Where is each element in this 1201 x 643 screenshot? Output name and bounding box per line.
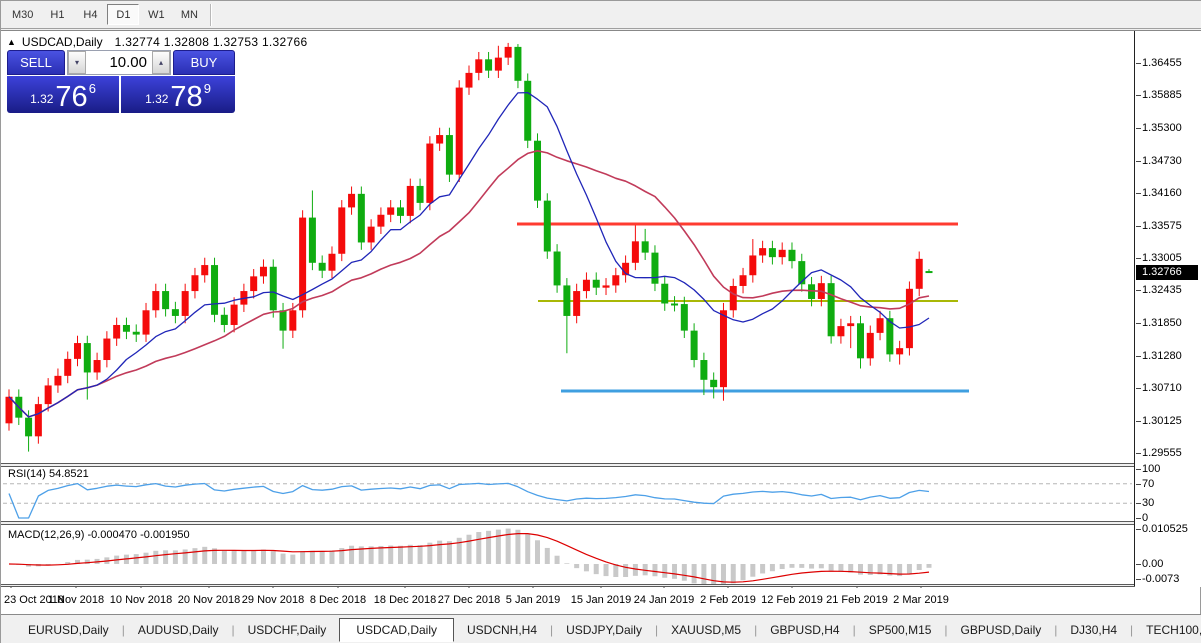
chart-tab-sp500[interactable]: SP500,M15 (856, 619, 945, 641)
timeframe-button-w1[interactable]: W1 (140, 4, 172, 25)
price-axis-tick: 1.33005 (1142, 252, 1182, 265)
current-price-tag: 1.32766 (1136, 265, 1198, 280)
macd-label: MACD(12,26,9) -0.000470 -0.001950 (8, 529, 190, 541)
ohlc-values: 1.32774 1.32808 1.32753 1.32766 (115, 35, 308, 49)
one-click-trade-panel: SELL ▾ ▴ BUY 1.32 76 6 1.32 78 9 (7, 50, 235, 113)
price-axis-tick: 1.33575 (1142, 220, 1182, 233)
chart-tab-bar: EURUSD,Daily|AUDUSD,Daily|USDCHF,DailyUS… (1, 614, 1201, 643)
price-axis: 1.36455 1.35885 1.35300 1.34730 1.34160 1.335… (1135, 31, 1201, 587)
price-axis-tick: 1.36455 (1142, 57, 1182, 70)
price-axis-tick: 1.34160 (1142, 187, 1182, 200)
date-axis-label: 18 Dec 2018 (374, 594, 436, 606)
toolbar-separator (210, 4, 212, 26)
buy-price-sup: 9 (204, 81, 211, 96)
buy-price-small: 1.32 (145, 92, 168, 106)
timeframe-button-h1[interactable]: H1 (41, 4, 73, 25)
price-axis-tick: 1.35885 (1142, 89, 1182, 102)
collapse-trade-panel-icon[interactable]: ▲ (7, 37, 16, 47)
date-axis-label: 24 Jan 2019 (634, 594, 695, 606)
sell-price-big: 76 (55, 84, 87, 110)
buy-button[interactable]: BUY (173, 50, 235, 75)
chart-tab-eurusd[interactable]: EURUSD,Daily (15, 619, 122, 641)
timeframe-button-h4[interactable]: H4 (74, 4, 106, 25)
macd-axis-tick: -0.0073 (1142, 573, 1179, 586)
date-axis-label: 2 Feb 2019 (700, 594, 756, 606)
price-axis-tick: 1.31850 (1142, 317, 1182, 330)
date-axis-label: 15 Jan 2019 (571, 594, 632, 606)
rsi-axis-tick: 30 (1142, 497, 1154, 510)
buy-price-box[interactable]: 1.32 78 9 (121, 76, 235, 113)
buy-price-big: 78 (170, 84, 202, 110)
price-axis-tick: 1.31280 (1142, 350, 1182, 363)
volume-increase-icon[interactable]: ▴ (152, 51, 170, 74)
chart-tab-gbpusd[interactable]: GBPUSD,H4 (757, 619, 852, 641)
timeframe-toolbar: M30H1H4D1W1MN (1, 1, 1201, 28)
chart-header: ▲ USDCAD,Daily 1.32774 1.32808 1.32753 1… (7, 35, 307, 49)
macd-axis-tick: 0.00 (1142, 558, 1163, 571)
chart-canvas[interactable] (1, 31, 1134, 613)
date-axis-label: 29 Nov 2018 (242, 594, 304, 606)
date-axis: 23 Oct 20181 Nov 201810 Nov 201820 Nov 2… (1, 588, 1134, 613)
volume-stepper: ▾ ▴ (67, 50, 171, 75)
chart-tab-usdcnh[interactable]: USDCNH,H4 (454, 619, 550, 641)
date-axis-label: 21 Feb 2019 (826, 594, 888, 606)
chart-tab-xauusd[interactable]: XAUUSD,M5 (658, 619, 754, 641)
chart-tab-dj30[interactable]: DJ30,H4 (1057, 619, 1130, 641)
chart-tab-usdjpy[interactable]: USDJPY,Daily (553, 619, 655, 641)
price-axis-tick: 1.30125 (1142, 415, 1182, 428)
chart-symbol-label: USDCAD,Daily (22, 35, 103, 49)
chart-tab-gbpusd[interactable]: GBPUSD,Daily (948, 619, 1055, 641)
timeframe-button-d1[interactable]: D1 (107, 4, 139, 25)
date-axis-label: 20 Nov 2018 (178, 594, 240, 606)
date-axis-label: 8 Dec 2018 (310, 594, 366, 606)
date-axis-label: 10 Nov 2018 (110, 594, 172, 606)
panel-separator[interactable] (1, 521, 1201, 525)
price-axis-tick: 1.30710 (1142, 382, 1182, 395)
date-axis-label: 2 Mar 2019 (893, 594, 949, 606)
timeframe-button-mn[interactable]: MN (173, 4, 205, 25)
panel-separator[interactable] (1, 463, 1201, 467)
price-axis-tick: 1.35300 (1142, 122, 1182, 135)
trading-app-window: { "toolbar": { "timeframes": [ {"label":… (0, 0, 1201, 643)
sell-price-small: 1.32 (30, 92, 53, 106)
panel-separator (1, 584, 1201, 587)
price-axis-tick: 1.29555 (1142, 447, 1182, 460)
timeframe-button-m30[interactable]: M30 (5, 4, 40, 25)
rsi-label: RSI(14) 54.8521 (8, 468, 89, 480)
chart-tab-usdchf[interactable]: USDCHF,Daily (235, 619, 340, 641)
macd-axis-tick: 0.010525 (1142, 523, 1188, 536)
rsi-axis-tick: 70 (1142, 478, 1154, 491)
date-axis-label: 27 Dec 2018 (438, 594, 500, 606)
chart-tab-audusd[interactable]: AUDUSD,Daily (125, 619, 232, 641)
sell-price-box[interactable]: 1.32 76 6 (7, 76, 119, 113)
rsi-axis-tick: 100 (1142, 463, 1160, 476)
date-axis-label: 5 Jan 2019 (506, 594, 560, 606)
sell-price-sup: 6 (89, 81, 96, 96)
date-axis-label: 12 Feb 2019 (761, 594, 823, 606)
volume-decrease-icon[interactable]: ▾ (68, 51, 86, 74)
volume-input[interactable] (86, 51, 152, 74)
chart-tab-usdcad[interactable]: USDCAD,Daily (339, 618, 454, 642)
price-axis-tick: 1.34730 (1142, 155, 1182, 168)
price-axis-tick: 1.32435 (1142, 284, 1182, 297)
date-axis-label: 1 Nov 2018 (48, 594, 104, 606)
chart-tab-tech100[interactable]: TECH100,H1 (1133, 619, 1201, 641)
sell-button[interactable]: SELL (7, 50, 65, 75)
